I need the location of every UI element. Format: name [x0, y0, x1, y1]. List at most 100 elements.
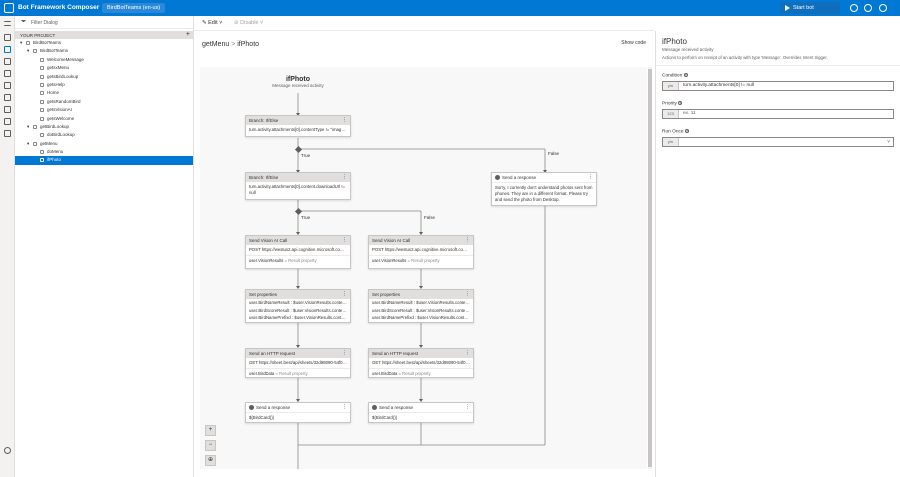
- vision-ai-call-node-right[interactable]: Send Vision AI Call ⋮ POST https://westus…: [368, 235, 474, 269]
- canvas-scrollbar[interactable]: [648, 67, 652, 469]
- more-options-icon[interactable]: ⋮: [465, 237, 470, 243]
- tree-item[interactable]: doBirdLookup: [15, 131, 193, 139]
- response-text: ${BirdCard()}: [369, 412, 473, 423]
- chevron-down-icon[interactable]: ▾: [27, 123, 29, 131]
- settings-gear-icon[interactable]: [4, 447, 11, 454]
- false-branch-label: False: [548, 151, 560, 156]
- tree-item[interactable]: getsWelcome: [15, 115, 193, 123]
- http-request-node-right[interactable]: Send an HTTP request ⋮ GET https://sheet.…: [368, 348, 474, 378]
- more-options-icon[interactable]: ⋮: [465, 291, 470, 297]
- filter-dialog-input[interactable]: Filter Dialog: [15, 16, 193, 29]
- set-properties-node-left[interactable]: Set properties ⋮ user.BirdNameResult : $u…: [245, 289, 351, 323]
- start-bot-button[interactable]: Start bot: [780, 2, 840, 14]
- chevron-down-icon[interactable]: ▾: [27, 140, 29, 148]
- type-tag[interactable]: 123: [663, 110, 679, 118]
- breadcrumb-separator: >: [231, 41, 236, 48]
- more-options-icon[interactable]: ⋮: [342, 174, 347, 180]
- info-icon[interactable]: ?: [678, 101, 683, 105]
- add-icon[interactable]: +: [186, 31, 190, 38]
- tree-item-label: doBirdLookup: [47, 132, 75, 138]
- http-request-node-left[interactable]: Send an HTTP request ⋮ GET https://sheet.…: [245, 348, 351, 378]
- false-branch-label: False: [424, 215, 436, 220]
- more-options-icon[interactable]: ⋮: [342, 291, 347, 297]
- zoom-out-button[interactable]: −: [205, 440, 216, 451]
- tree-item[interactable]: Home: [15, 89, 193, 97]
- dialog-icon: [26, 41, 30, 45]
- tree-item[interactable]: WelcomeMessage: [15, 56, 193, 64]
- fit-to-screen-button[interactable]: ⊕: [205, 455, 216, 466]
- branch-ifelse-node-2[interactable]: Branch: If/Else ⋮ turn.activity.attachmen…: [245, 172, 351, 200]
- dialog-icon: [40, 74, 44, 79]
- notifications-icon[interactable]: [850, 4, 858, 12]
- send-response-node-right[interactable]: Send a response ⋮ ${BirdCard()}: [368, 402, 474, 423]
- tree-item-label: getsHelp: [47, 81, 65, 87]
- canvas-toolbar: ✎ Edit ˅ ⊘ Disable ˅: [194, 16, 654, 31]
- more-options-icon[interactable]: ⋮: [465, 350, 470, 356]
- branch-condition: turn.activity.attachments[0].contentType…: [249, 127, 349, 132]
- more-options-icon[interactable]: ⋮: [342, 237, 347, 243]
- tree-item[interactable]: ▾ getBirdLookup: [15, 123, 193, 131]
- tree-item[interactable]: getsRandomBird: [15, 98, 193, 106]
- condition-value: turn.activity.attachments[0] != null: [683, 83, 754, 88]
- more-options-icon[interactable]: ⋮: [342, 117, 347, 123]
- node-title: Set properties: [372, 292, 401, 297]
- account-icon[interactable]: [879, 4, 887, 12]
- publish-icon[interactable]: [4, 106, 11, 113]
- tree-item[interactable]: doMenu: [15, 148, 193, 156]
- tree-item[interactable]: ifPhoto: [15, 156, 193, 165]
- chat-icon: [372, 405, 377, 411]
- bot-name-chip[interactable]: BirdBotTeams (en-us): [102, 3, 166, 13]
- zoom-in-button[interactable]: +: [205, 425, 216, 436]
- tree-item[interactable]: getsHelp: [15, 81, 193, 89]
- info-icon[interactable]: ?: [684, 129, 689, 133]
- tree-item[interactable]: getsBirdLookup: [15, 73, 193, 81]
- flow-canvas[interactable]: ifPhoto Message received activity Branch…: [200, 67, 647, 469]
- show-code-button[interactable]: Show code: [621, 40, 646, 46]
- tree-item[interactable]: ▾ BirdBotTeams: [15, 47, 193, 55]
- node-title: Set properties: [249, 292, 278, 297]
- info-icon[interactable]: ?: [683, 73, 688, 77]
- more-options-icon[interactable]: ⋮: [342, 404, 347, 410]
- skills-icon[interactable]: [4, 118, 11, 125]
- vision-ai-call-node-left[interactable]: Send Vision AI Call ⋮ POST https://westus…: [245, 235, 351, 269]
- scrollbar-thumb[interactable]: [648, 69, 652, 467]
- result-property: user.VisionResults = Result property: [369, 255, 473, 265]
- project-section-header[interactable]: YOUR PROJECT +: [15, 31, 193, 39]
- more-options-icon[interactable]: ⋮: [588, 174, 593, 180]
- condition-field[interactable]: y/n turn.activity.attachments[0] != null: [662, 81, 894, 91]
- disable-menu-button[interactable]: ⊘ Disable ˅: [234, 20, 263, 26]
- chevron-down-icon[interactable]: ▾: [27, 47, 29, 55]
- send-response-node-left[interactable]: Send a response ⋮ ${BirdCard()}: [245, 402, 351, 423]
- edit-menu-button[interactable]: ✎ Edit ˅: [202, 20, 222, 26]
- priority-field[interactable]: 123 ex. 11: [662, 109, 894, 119]
- node-title: Send a response: [379, 405, 414, 410]
- hamburger-menu-icon[interactable]: [4, 21, 11, 26]
- bot-responses-icon[interactable]: [4, 58, 11, 65]
- notifications-list-icon[interactable]: [4, 94, 11, 101]
- help-icon[interactable]: [864, 4, 872, 12]
- tree-item[interactable]: getsxMenu: [15, 64, 193, 72]
- branch-ifelse-node-1[interactable]: Branch: If/Else ⋮ turn.activity.attachmen…: [245, 115, 351, 137]
- more-options-icon[interactable]: ⋮: [465, 404, 470, 410]
- more-options-icon[interactable]: ⋮: [342, 350, 347, 356]
- home-icon[interactable]: [4, 34, 11, 41]
- trigger-node[interactable]: ifPhoto Message received activity: [258, 76, 338, 88]
- design-flow-icon[interactable]: [4, 46, 11, 53]
- breadcrumb-dialog[interactable]: getMenu: [202, 41, 229, 48]
- set-properties-node-right[interactable]: Set properties ⋮ user.BirdNameResult : $u…: [368, 289, 474, 323]
- type-tag[interactable]: y/n: [663, 138, 679, 146]
- send-response-node-false[interactable]: Send a response ⋮ Sorry, I currently don'…: [491, 172, 597, 206]
- package-manager-icon[interactable]: [4, 130, 11, 137]
- knowledge-base-icon[interactable]: [4, 82, 11, 89]
- user-input-icon[interactable]: [4, 70, 11, 77]
- tree-item[interactable]: getsVisionAI: [15, 106, 193, 114]
- response-text: ${BirdCard()}: [246, 412, 350, 423]
- type-tag[interactable]: y/n: [663, 82, 679, 90]
- tree-item[interactable]: ▾ getMenu: [15, 140, 193, 148]
- dialog-icon: [40, 150, 44, 155]
- tree-item[interactable]: ▾ BirdBotTeams: [15, 39, 193, 47]
- chevron-down-icon[interactable]: ▾: [20, 39, 22, 47]
- property-assignment: user.BirdNamePrefixd : $user.VisionResul…: [249, 315, 350, 320]
- breadcrumb-trigger[interactable]: ifPhoto: [237, 41, 259, 48]
- run-once-dropdown[interactable]: y/n ˅: [662, 137, 894, 147]
